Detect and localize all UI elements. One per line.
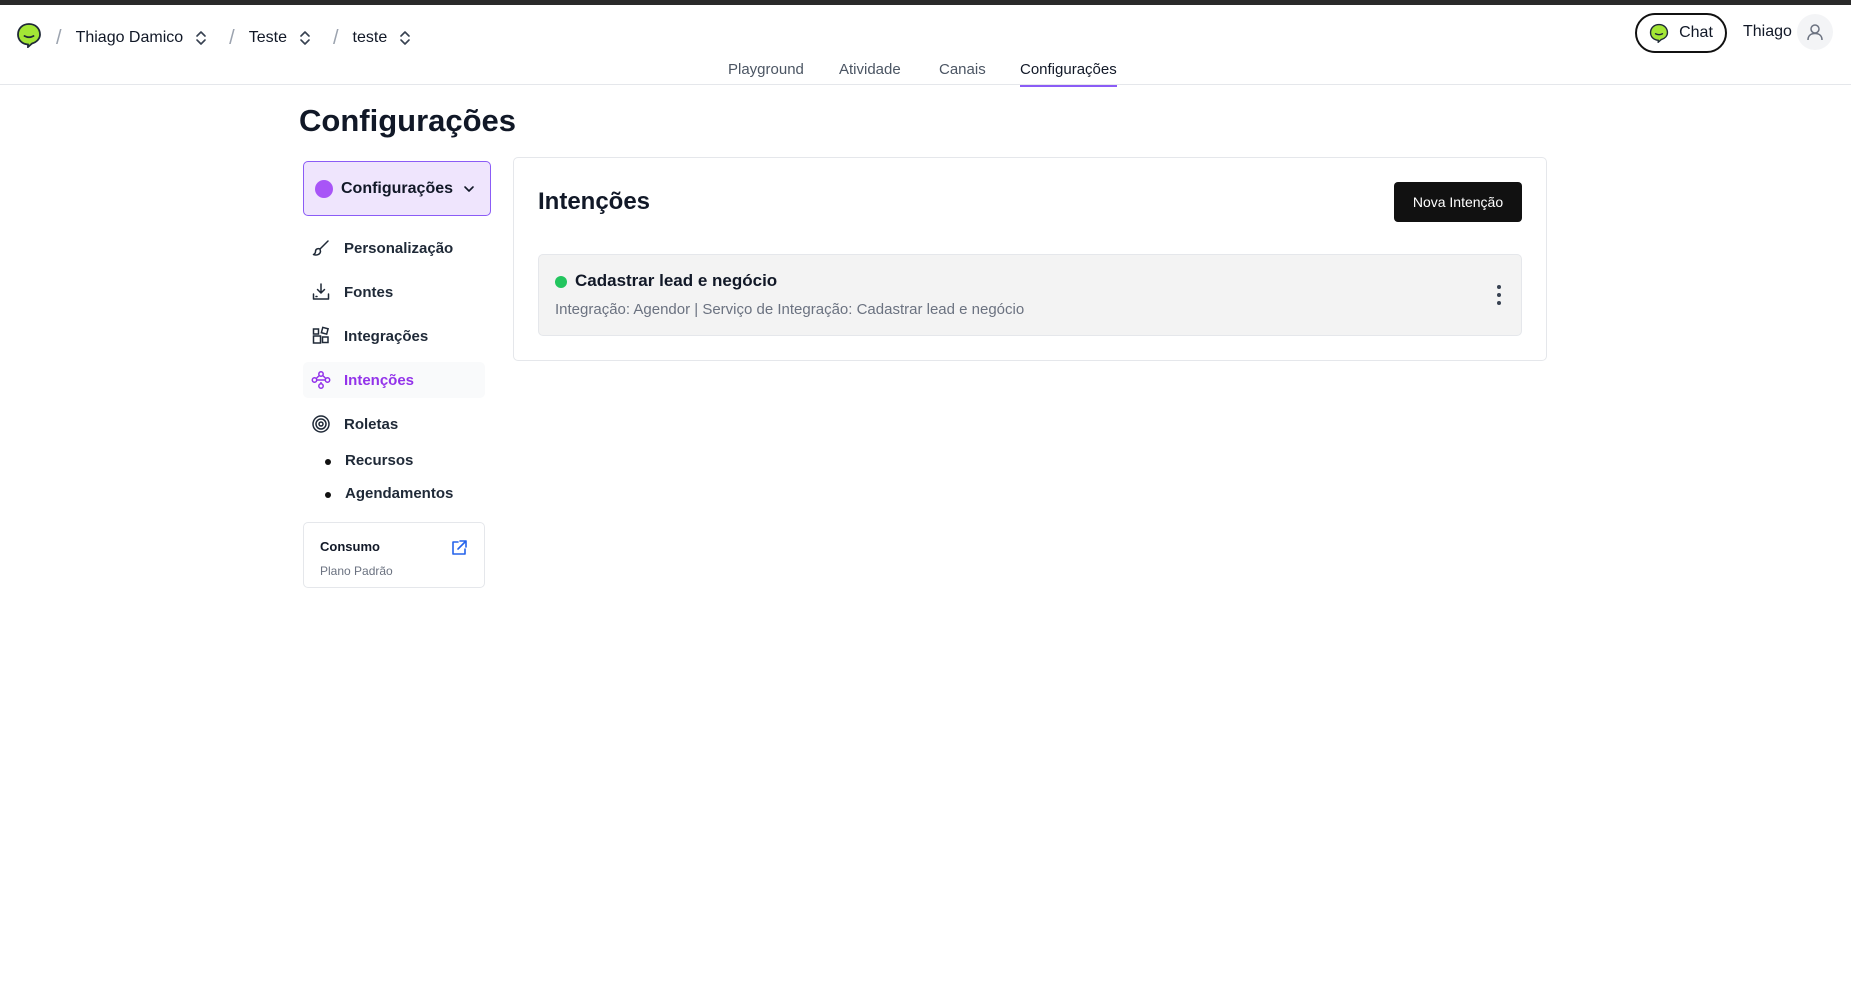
- settings-nav: Personalização Fontes Integrações Intenç…: [303, 230, 485, 516]
- breadcrumb-item-agent[interactable]: teste: [353, 29, 412, 47]
- top-header: / Thiago Damico / Teste / teste Chat Thi…: [0, 5, 1851, 87]
- user-name: Thiago: [1743, 23, 1792, 40]
- chat-bubble-icon: [1649, 23, 1669, 43]
- page-title: Configurações: [299, 103, 517, 138]
- chevron-up-down-icon: [300, 31, 310, 45]
- tab-configuracoes[interactable]: Configurações: [1020, 61, 1117, 87]
- more-options-icon[interactable]: [1489, 283, 1509, 307]
- breadcrumb-separator: /: [229, 26, 235, 49]
- breadcrumb-label: Teste: [248, 29, 287, 46]
- target-icon: [312, 415, 330, 433]
- main-tabs: Playground Atividade Canais Configuraçõe…: [0, 53, 1851, 87]
- chevron-down-icon: [464, 185, 474, 192]
- breadcrumb-separator: /: [56, 26, 62, 49]
- chevron-up-down-icon: [196, 31, 206, 45]
- sidebar-item-intencoes[interactable]: Intenções: [303, 362, 485, 398]
- sidebar-item-roletas[interactable]: Roletas: [303, 406, 485, 442]
- sidebar-subitem-recursos[interactable]: Recursos: [325, 450, 485, 483]
- sidebar-item-fontes[interactable]: Fontes: [303, 274, 485, 310]
- sidebar-item-label: Roletas: [344, 415, 399, 433]
- sidebar-subitem-agendamentos[interactable]: Agendamentos: [325, 483, 485, 516]
- breadcrumb-item-project[interactable]: Teste: [249, 29, 311, 47]
- breadcrumb-label: teste: [352, 29, 388, 46]
- intencoes-panel: Intenções Nova Intenção Cadastrar lead e…: [513, 157, 1547, 361]
- sidebar-item-label: Intenções: [344, 371, 415, 389]
- sidebar-item-integracoes[interactable]: Integrações: [303, 318, 485, 354]
- breadcrumb-item-workspace[interactable]: Thiago Damico: [76, 29, 208, 47]
- consumo-card[interactable]: Consumo Plano Padrão: [303, 522, 485, 588]
- chat-button-label: Chat: [1679, 24, 1713, 41]
- new-intent-button[interactable]: Nova Intenção: [1394, 182, 1522, 222]
- intent-item[interactable]: Cadastrar lead e negócio Integração: Age…: [538, 254, 1522, 336]
- consumo-plan: Plano Padrão: [320, 564, 393, 578]
- tab-canais[interactable]: Canais: [939, 61, 986, 85]
- breadcrumb-separator: /: [332, 26, 339, 49]
- blocks-icon: [312, 326, 330, 344]
- download-tray-icon: [312, 283, 330, 300]
- intent-name: Cadastrar lead e negócio: [575, 271, 778, 290]
- workflow-icon: [311, 371, 331, 389]
- app-logo-icon[interactable]: [16, 22, 42, 48]
- section-color-dot: [315, 179, 333, 198]
- tab-atividade[interactable]: Atividade: [839, 61, 901, 85]
- sidebar-item-label: Personalização: [344, 239, 454, 257]
- sidebar-item-personalizacao[interactable]: Personalização: [303, 230, 485, 266]
- avatar[interactable]: [1797, 14, 1833, 50]
- panel-title: Intenções: [538, 188, 651, 215]
- settings-section-dropdown[interactable]: Configurações: [303, 161, 491, 216]
- breadcrumb: / Thiago Damico / Teste / teste: [56, 23, 433, 53]
- user-icon: [1807, 24, 1823, 41]
- sidebar-item-label: Integrações: [344, 327, 429, 345]
- chat-button[interactable]: Chat: [1635, 13, 1727, 53]
- chevron-up-down-icon: [400, 31, 411, 45]
- intent-description: Integração: Agendor | Serviço de Integra…: [555, 301, 1025, 318]
- roletas-subnav: Recursos Agendamentos: [325, 450, 485, 516]
- status-dot: [555, 276, 567, 288]
- brush-icon: [312, 240, 329, 256]
- external-link-icon[interactable]: [450, 539, 468, 557]
- dropdown-label: Configurações: [341, 179, 454, 197]
- sidebar-item-label: Fontes: [344, 283, 394, 301]
- tab-playground[interactable]: Playground: [728, 61, 804, 85]
- breadcrumb-label: Thiago Damico: [75, 29, 184, 46]
